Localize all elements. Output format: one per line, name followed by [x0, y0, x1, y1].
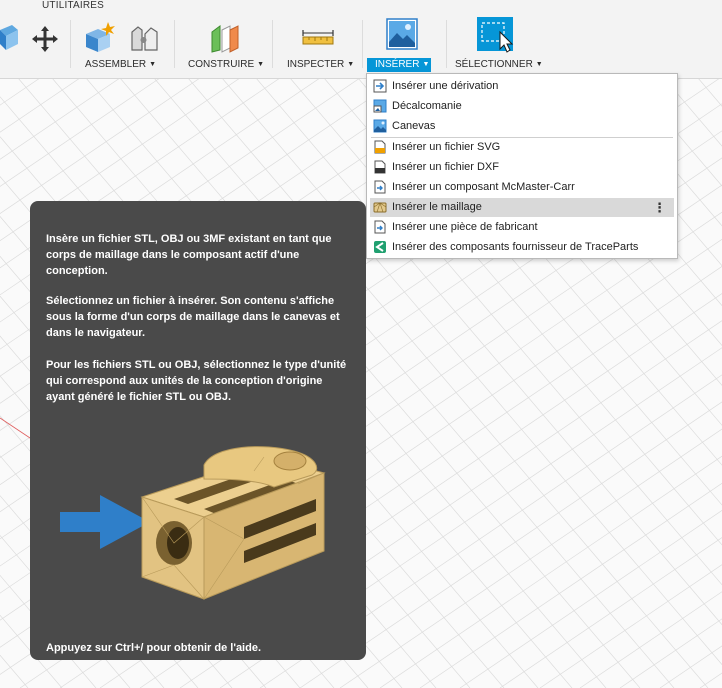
select-menu-button[interactable]: SÉLECTIONNER ▼	[451, 58, 547, 72]
insert-derive-icon	[373, 79, 387, 93]
utilities-tab-label[interactable]: UTILITAIRES	[42, 0, 104, 11]
manufacturer-part-icon	[374, 220, 386, 234]
chevron-down-icon: ▼	[149, 61, 157, 68]
mesh-tooltip: Insère un fichier STL, OBJ ou 3MF exista…	[30, 201, 366, 660]
chevron-down-icon: ▼	[535, 61, 543, 68]
menu-item-insert-manufacturer-part[interactable]: Insérer une pièce de fabricant	[370, 218, 674, 237]
chevron-down-icon: ▼	[422, 61, 430, 68]
insert-menu-button[interactable]: INSÉRER ▼	[367, 58, 431, 72]
canvas-image-icon	[373, 119, 387, 133]
mcmaster-icon	[374, 180, 386, 194]
mesh-part-illustration	[60, 446, 326, 600]
menu-item-canvas[interactable]: Canevas	[370, 117, 674, 136]
menu-item-insert-svg[interactable]: Insérer un fichier SVG	[370, 138, 674, 157]
insert-dropdown-menu: Insérer une dérivation Décalcomanie Cane…	[366, 73, 678, 259]
tooltip-units-note: Pour les fichiers STL ou OBJ, sélectionn…	[46, 359, 347, 403]
decal-icon	[373, 99, 387, 113]
insert-image-icon[interactable]	[386, 18, 418, 52]
measure-icon[interactable]	[300, 26, 336, 48]
menu-item-insert-mesh[interactable]: Insérer le maillage ⋮	[370, 198, 674, 217]
chevron-down-icon: ▼	[347, 61, 355, 68]
tooltip-instructions: Sélectionnez un fichier à insérer. Son c…	[46, 295, 340, 339]
svg-file-icon	[374, 140, 386, 154]
menu-item-insert-dxf[interactable]: Insérer un fichier DXF	[370, 158, 674, 177]
tooltip-help-hint: Appuyez sur Ctrl+/ pour obtenir de l'aid…	[46, 642, 262, 654]
menu-item-insert-mcmaster[interactable]: Insérer un composant McMaster-Carr	[370, 178, 674, 197]
toolbar: UTILITAIRES ASSEMBLER ▼ CONSTRUIRE ▼ INS…	[0, 0, 722, 79]
joint-icon[interactable]	[128, 22, 162, 54]
new-component-icon[interactable]	[84, 20, 120, 54]
cube-icon[interactable]	[0, 22, 18, 52]
offset-plane-icon[interactable]	[206, 22, 242, 54]
traceparts-icon	[374, 241, 386, 253]
menu-item-insert-derive[interactable]: Insérer une dérivation	[370, 77, 674, 96]
tooltip-description: Insère un fichier STL, OBJ ou 3MF exista…	[46, 233, 332, 277]
menu-item-insert-traceparts[interactable]: Insérer des composants fournisseur de Tr…	[370, 238, 674, 257]
construct-menu-button[interactable]: CONSTRUIRE ▼	[184, 58, 268, 72]
dxf-file-icon	[374, 160, 386, 174]
assemble-menu-button[interactable]: ASSEMBLER ▼	[81, 58, 160, 72]
menu-item-decal[interactable]: Décalcomanie	[370, 97, 674, 116]
more-options-icon[interactable]: ⋮	[653, 198, 666, 217]
mesh-icon	[373, 202, 387, 213]
insert-arrow-icon	[60, 495, 150, 549]
move-icon[interactable]	[30, 24, 60, 54]
chevron-down-icon: ▼	[257, 61, 265, 68]
inspect-menu-button[interactable]: INSPECTER ▼	[283, 58, 358, 72]
select-icon[interactable]	[476, 16, 516, 54]
